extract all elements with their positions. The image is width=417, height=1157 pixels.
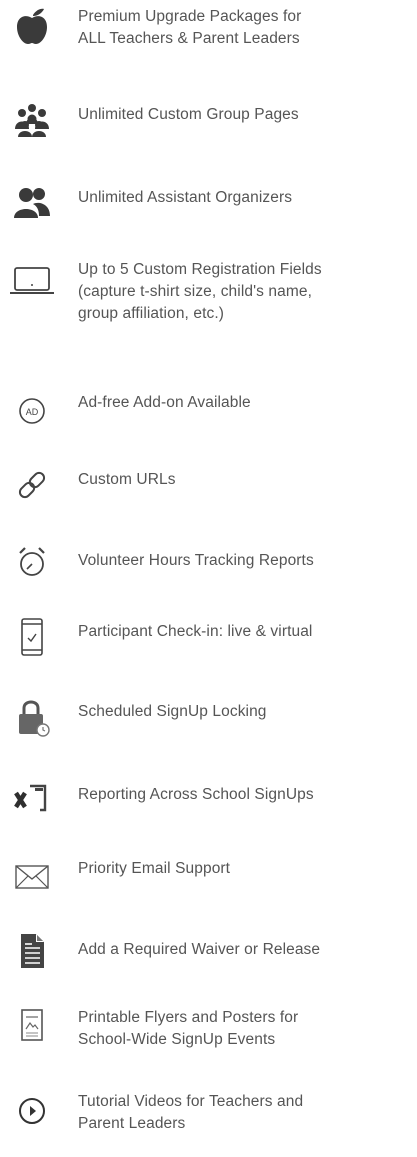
feature-text-line: School-Wide SignUp Events [78, 1031, 276, 1048]
feature-text-line: Add a Required Waiver or Release [78, 941, 321, 958]
phone-checkmark-icon [12, 617, 52, 657]
feature-text-line: Ad-free Add-on Available [78, 394, 251, 411]
feature-text-line: Premium Upgrade Packages for [78, 8, 302, 25]
play-icon [12, 1091, 52, 1131]
feature-text-line: Parent Leaders [78, 1115, 186, 1132]
lock-clock-icon [12, 697, 52, 737]
alarm-clock-icon [12, 542, 52, 582]
feature-list: Premium Upgrade Packages for ALL Teacher… [0, 0, 417, 1157]
apple-icon [12, 6, 52, 46]
feature-text-line: (capture t-shirt size, child's name, [78, 283, 312, 300]
feature-text-line: Participant Check-in: live & virtual [78, 623, 313, 640]
feature-text-line: Custom URLs [78, 471, 176, 488]
link-icon [12, 465, 52, 505]
feature-text-line: Unlimited Custom Group Pages [78, 106, 299, 123]
document-icon [12, 931, 52, 971]
feature-text-line: ALL Teachers & Parent Leaders [78, 30, 300, 47]
users-icon [12, 183, 52, 223]
feature-text-line: Up to 5 Custom Registration Fields [78, 261, 322, 278]
flyer-icon [12, 1007, 52, 1047]
feature-text-line: Printable Flyers and Posters for [78, 1009, 299, 1026]
envelope-icon [12, 857, 52, 897]
ad-free-icon: AD [12, 391, 52, 431]
feature-text-line: Volunteer Hours Tracking Reports [78, 552, 314, 569]
feature-text-line: Tutorial Videos for Teachers and [78, 1093, 304, 1110]
svg-text:AD: AD [26, 407, 39, 417]
excel-icon [12, 780, 52, 820]
feature-text-line: Unlimited Assistant Organizers [78, 189, 293, 206]
feature-text-line: group affiliation, etc.) [78, 305, 225, 322]
feature-text-line: Reporting Across School SignUps [78, 786, 314, 803]
laptop-icon [8, 261, 56, 301]
feature-text-line: Priority Email Support [78, 860, 231, 877]
feature-text-line: Scheduled SignUp Locking [78, 703, 267, 720]
group-icon [12, 100, 52, 140]
